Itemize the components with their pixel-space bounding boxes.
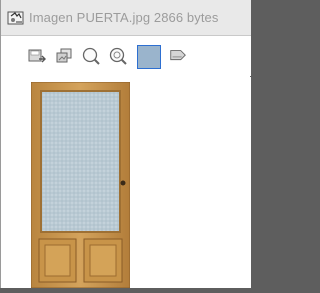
- image-viewer-window: Imagen PUERTA.jpg 2866 bytes: [0, 0, 251, 289]
- toolbar: [1, 36, 251, 76]
- door-image: [30, 81, 131, 289]
- copy-icon: [56, 48, 72, 63]
- magnifier-icon: [82, 47, 100, 65]
- magnifier-search-icon: [109, 47, 127, 65]
- flip-arrow-icon: [170, 50, 186, 61]
- app-icon: [7, 9, 25, 27]
- title-bar[interactable]: Imagen PUERTA.jpg 2866 bytes: [1, 0, 251, 36]
- window-title: Imagen PUERTA.jpg 2866 bytes: [29, 10, 219, 25]
- background-color-button[interactable]: [137, 45, 161, 69]
- disk-arrow-icon: [28, 49, 46, 63]
- zoom-fit-button[interactable]: [108, 45, 128, 67]
- flip-button[interactable]: [168, 45, 188, 67]
- zoom-in-button[interactable]: [81, 45, 101, 67]
- save-image-button[interactable]: [27, 45, 47, 67]
- image-canvas[interactable]: [15, 77, 251, 289]
- copy-image-button[interactable]: [54, 45, 74, 67]
